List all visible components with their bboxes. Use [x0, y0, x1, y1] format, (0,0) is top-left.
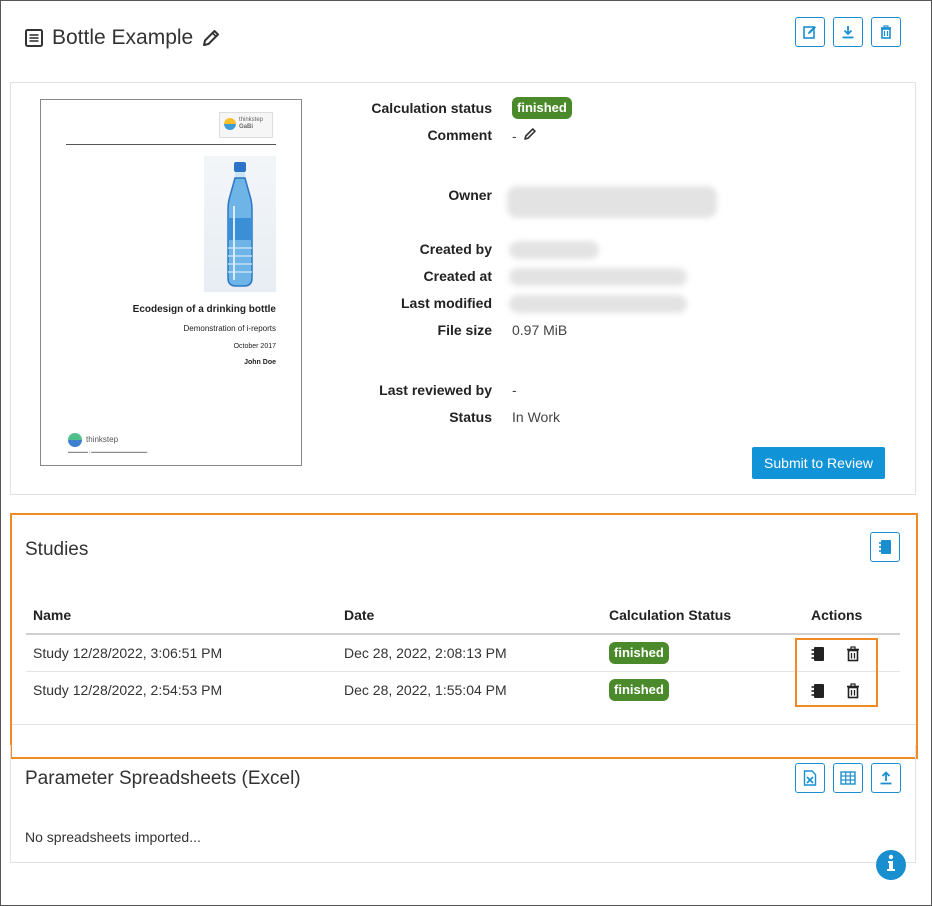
spreadsheets-title: Parameter Spreadsheets (Excel) [25, 768, 301, 789]
trash-icon [879, 25, 893, 39]
cover-title: Ecodesign of a drinking bottle [132, 304, 276, 315]
created-at-value-redacted [509, 268, 687, 286]
delete-button[interactable] [871, 17, 901, 47]
table-icon [840, 771, 856, 785]
add-study-button[interactable] [870, 532, 900, 562]
study-status: finished [609, 679, 669, 701]
spreadsheets-panel [10, 745, 916, 863]
status-badge: finished [609, 679, 669, 701]
studies-title: Studies [25, 539, 89, 560]
last-reviewed-label: Last reviewed by [379, 382, 492, 398]
calc-status-label: Calculation status [371, 100, 492, 116]
owner-label: Owner [448, 187, 492, 203]
col-header-actions: Actions [811, 607, 863, 623]
download-icon [841, 25, 855, 39]
file-size-label: File size [437, 322, 492, 338]
info-icon [885, 854, 897, 877]
comment-edit-icon[interactable] [523, 127, 537, 144]
brand-name: thinkstep [239, 117, 264, 123]
notebook-icon [878, 539, 892, 555]
delete-study-trash-icon[interactable] [845, 683, 861, 699]
study-name[interactable]: Study 12/28/2022, 2:54:53 PM [33, 682, 222, 698]
open-study-notebook-icon[interactable] [810, 683, 826, 699]
study-status: finished [609, 642, 669, 664]
spreadsheet-table-button[interactable] [833, 763, 863, 793]
status-label: Status [449, 409, 492, 425]
excel-export-button[interactable] [795, 763, 825, 793]
status-badge: finished [609, 642, 669, 664]
col-header-calc-status: Calculation Status [609, 607, 732, 623]
edit-button[interactable] [795, 17, 825, 47]
status-value: In Work [512, 409, 560, 425]
study-name[interactable]: Study 12/28/2022, 3:06:51 PM [33, 645, 222, 661]
created-by-label: Created by [419, 241, 492, 257]
footer-fine-print: ▬▬▬▬▬ | ▬▬▬▬▬▬▬▬▬▬▬▬▬▬ [68, 449, 148, 454]
footer-logo-icon [68, 433, 82, 447]
document-icon [24, 28, 44, 48]
cover-rule [66, 144, 276, 145]
comment-text: - [512, 127, 517, 144]
page-header: Bottle Example [24, 26, 221, 50]
comment-label: Comment [427, 127, 492, 143]
created-by-value-redacted [509, 241, 599, 259]
page-title: Bottle Example [52, 26, 194, 49]
submit-to-review-button[interactable]: Submit to Review [752, 447, 885, 479]
spreadsheets-empty-text: No spreadsheets imported... [25, 829, 201, 845]
comment-value: - [512, 127, 537, 144]
col-header-date: Date [344, 607, 375, 623]
last-modified-value-redacted [509, 295, 687, 313]
download-button[interactable] [833, 17, 863, 47]
table-header-rule [26, 633, 900, 635]
study-date: Dec 28, 2022, 2:08:13 PM [344, 645, 507, 661]
last-reviewed-value: - [512, 382, 517, 398]
open-study-notebook-icon[interactable] [810, 646, 826, 662]
excel-file-icon [803, 770, 817, 786]
calc-status-value: finished [512, 97, 572, 119]
last-modified-label: Last modified [400, 295, 492, 311]
owner-value-redacted [507, 186, 717, 218]
study-date: Dec 28, 2022, 1:55:04 PM [344, 682, 507, 698]
file-size-value: 0.97 MiB [512, 322, 568, 338]
studies-panel [10, 513, 918, 759]
actions-highlight [795, 638, 878, 707]
pencil-icon[interactable] [201, 28, 221, 48]
brand-logo-icon [224, 118, 236, 130]
cover-date: October 2017 [233, 343, 276, 350]
upload-spreadsheet-button[interactable] [871, 763, 901, 793]
footer-brand: thinkstep [86, 435, 119, 444]
status-badge: finished [512, 97, 572, 119]
created-at-label: Created at [423, 268, 492, 284]
delete-study-trash-icon[interactable] [845, 646, 861, 662]
cover-author: John Doe [244, 359, 276, 366]
edit-icon [803, 25, 817, 39]
col-header-name: Name [33, 607, 72, 623]
info-button[interactable] [876, 850, 906, 880]
table-row-divider [26, 671, 900, 672]
cover-subtitle: Demonstration of i-reports [183, 324, 276, 333]
upload-icon [879, 771, 893, 785]
studies-divider [12, 724, 916, 725]
